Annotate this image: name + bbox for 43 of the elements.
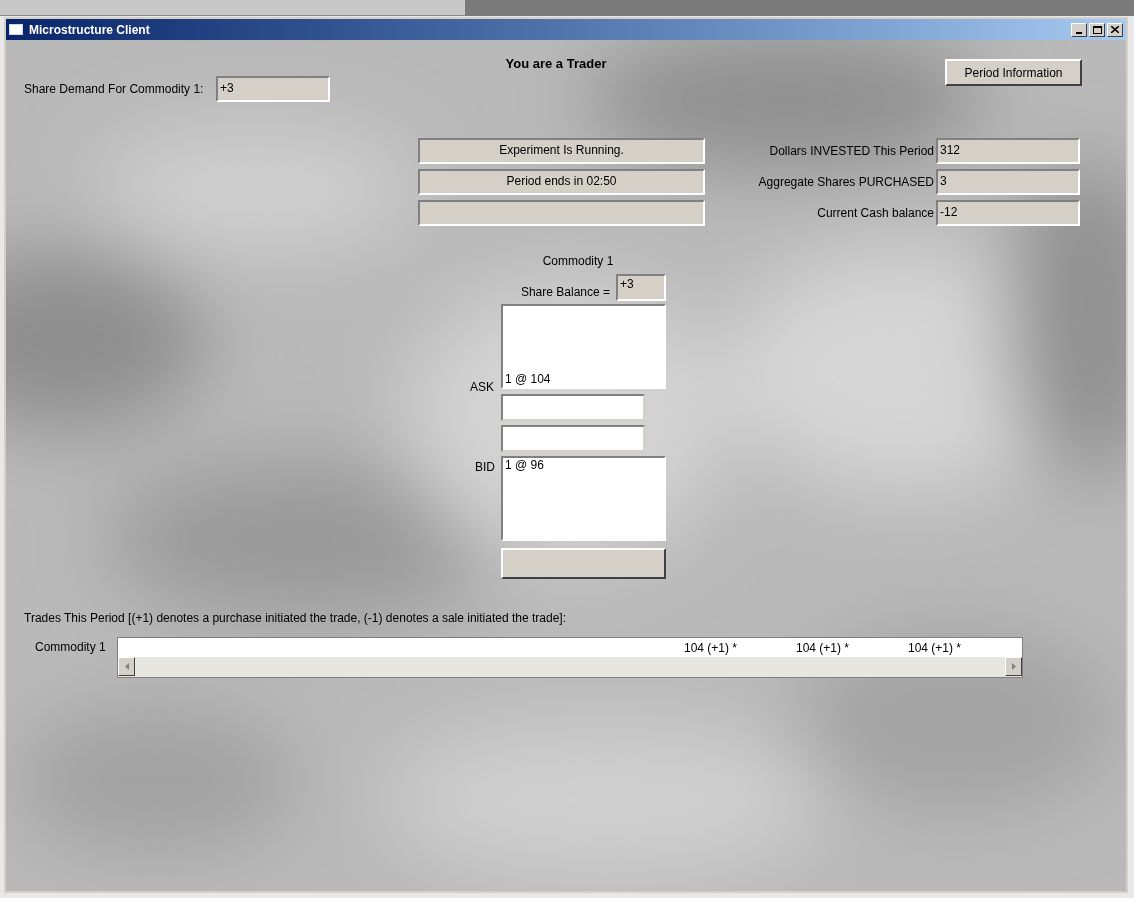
stat-field: -12 bbox=[936, 200, 1080, 226]
ask-input-field[interactable] bbox=[501, 394, 645, 421]
horizontal-scrollbar[interactable] bbox=[118, 657, 1022, 677]
stat-field: 3 bbox=[936, 169, 1080, 195]
scroll-left-button[interactable] bbox=[118, 657, 135, 676]
share-demand-field: +3 bbox=[216, 76, 330, 102]
bid-list[interactable]: 1 @ 96 bbox=[501, 456, 666, 541]
share-balance-field: +3 bbox=[616, 274, 666, 301]
role-heading: You are a Trader bbox=[504, 55, 608, 73]
bid-label: BID bbox=[475, 459, 495, 476]
ask-list[interactable]: 1 @ 104 bbox=[501, 304, 666, 389]
right-arrow-icon bbox=[1011, 663, 1016, 670]
period-information-button[interactable]: Period Information bbox=[945, 59, 1082, 86]
status-field: Experiment Is Running. bbox=[418, 138, 705, 164]
ask-order[interactable]: 1 @ 104 bbox=[505, 372, 662, 387]
app-icon bbox=[9, 24, 23, 35]
minimize-button[interactable] bbox=[1071, 22, 1087, 37]
stat-field: 312 bbox=[936, 138, 1080, 164]
maximize-icon bbox=[1092, 25, 1102, 34]
left-arrow-icon bbox=[124, 663, 129, 670]
bid-input-field[interactable] bbox=[501, 425, 645, 452]
trade-entry: 104 (+1) * bbox=[908, 640, 962, 657]
close-icon bbox=[1111, 26, 1119, 33]
trades-row-label: Commodity 1 bbox=[35, 639, 106, 656]
trades-caption: Trades This Period [(+1) denotes a purchase initiated the trade, (-1) denotes a sale initiated the trade]: bbox=[24, 610, 566, 627]
share-demand-label: Share Demand For Commodity 1: bbox=[24, 81, 204, 98]
trade-entry: 104 (+1) * bbox=[684, 640, 738, 657]
commodity-title: Commodity 1 bbox=[541, 253, 615, 270]
ask-label: ASK bbox=[470, 379, 494, 396]
share-balance-label: Share Balance = bbox=[519, 284, 610, 301]
status-field: Period ends in 02:50 bbox=[418, 169, 705, 195]
trade-entry: 104 (+1) * bbox=[796, 640, 850, 657]
bid-order[interactable]: 1 @ 96 bbox=[505, 458, 662, 473]
window-title: Microstructure Client bbox=[29, 21, 150, 39]
submit-button[interactable] bbox=[501, 548, 666, 579]
stat-label: Aggregate Shares PURCHASED bbox=[757, 174, 935, 191]
scroll-right-button[interactable] bbox=[1005, 657, 1022, 676]
close-button[interactable] bbox=[1107, 22, 1123, 37]
stat-label: Dollars INVESTED This Period bbox=[768, 143, 935, 160]
stat-label: Current Cash balance bbox=[816, 205, 935, 222]
maximize-button[interactable] bbox=[1089, 22, 1105, 37]
minimize-icon bbox=[1076, 31, 1082, 34]
trades-list[interactable]: 104 (+1) * 104 (+1) * 104 (+1) * bbox=[117, 637, 1023, 678]
